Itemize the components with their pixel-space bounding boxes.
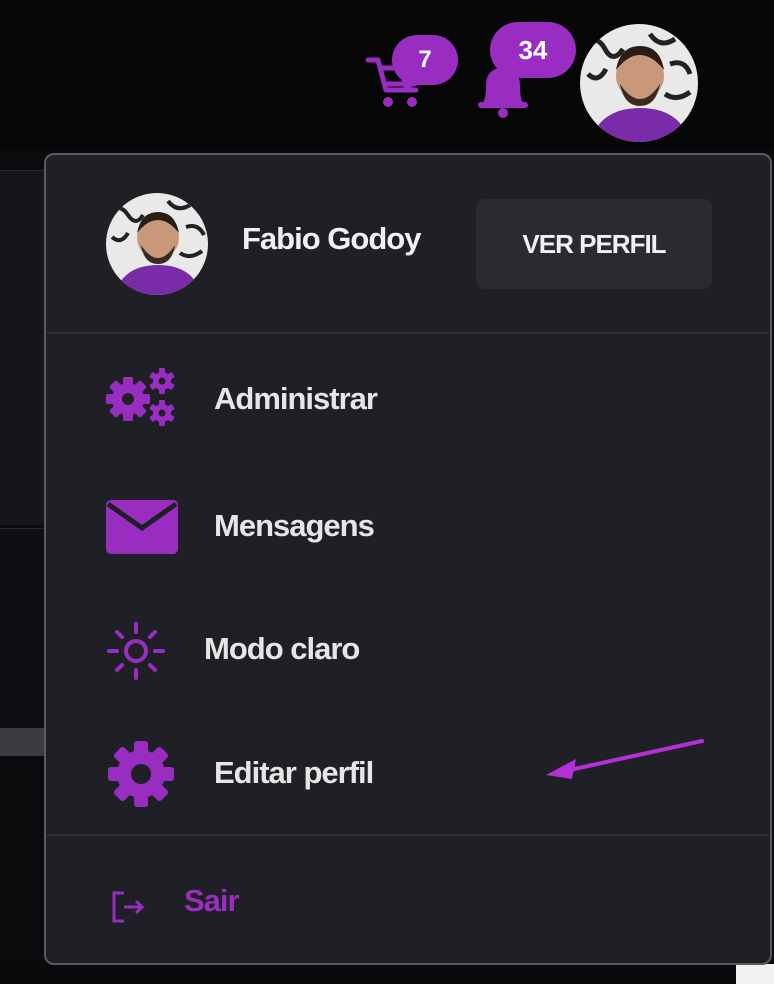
cart-count-badge: 7: [392, 35, 458, 85]
menu-item-modo-claro[interactable]: Modo claro: [46, 605, 770, 695]
notifications-count-badge: 34: [490, 22, 576, 78]
menu-item-label: Administrar: [214, 381, 378, 416]
menu-item-mensagens[interactable]: Mensagens: [46, 482, 770, 572]
arrow-annotation: [546, 739, 704, 779]
user-menu: Fabio Godoy VER PERFIL Administrar Mensa…: [44, 153, 772, 965]
background-footer-block: [736, 964, 774, 984]
user-avatar[interactable]: [580, 24, 698, 142]
gears-icon: [106, 368, 175, 426]
profile-avatar: [106, 193, 208, 295]
divider: [46, 332, 770, 334]
sun-icon: [107, 622, 165, 680]
divider: [46, 834, 770, 836]
menu-item-label: Editar perfil: [214, 755, 374, 790]
gear-icon: [108, 741, 174, 807]
logout-label: Sair: [184, 883, 240, 918]
envelope-icon: [106, 500, 178, 554]
menu-item-label: Modo claro: [204, 631, 360, 666]
logout-button[interactable]: Sair: [46, 857, 770, 947]
view-profile-button[interactable]: VER PERFIL: [476, 199, 712, 289]
menu-item-administrar[interactable]: Administrar: [46, 353, 770, 443]
background-panel: [0, 170, 50, 525]
profile-name: Fabio Godoy: [242, 221, 421, 256]
background-panel: [0, 528, 50, 728]
menu-item-label: Mensagens: [214, 508, 375, 543]
logout-icon: [112, 891, 145, 923]
background-strip: [0, 728, 50, 756]
